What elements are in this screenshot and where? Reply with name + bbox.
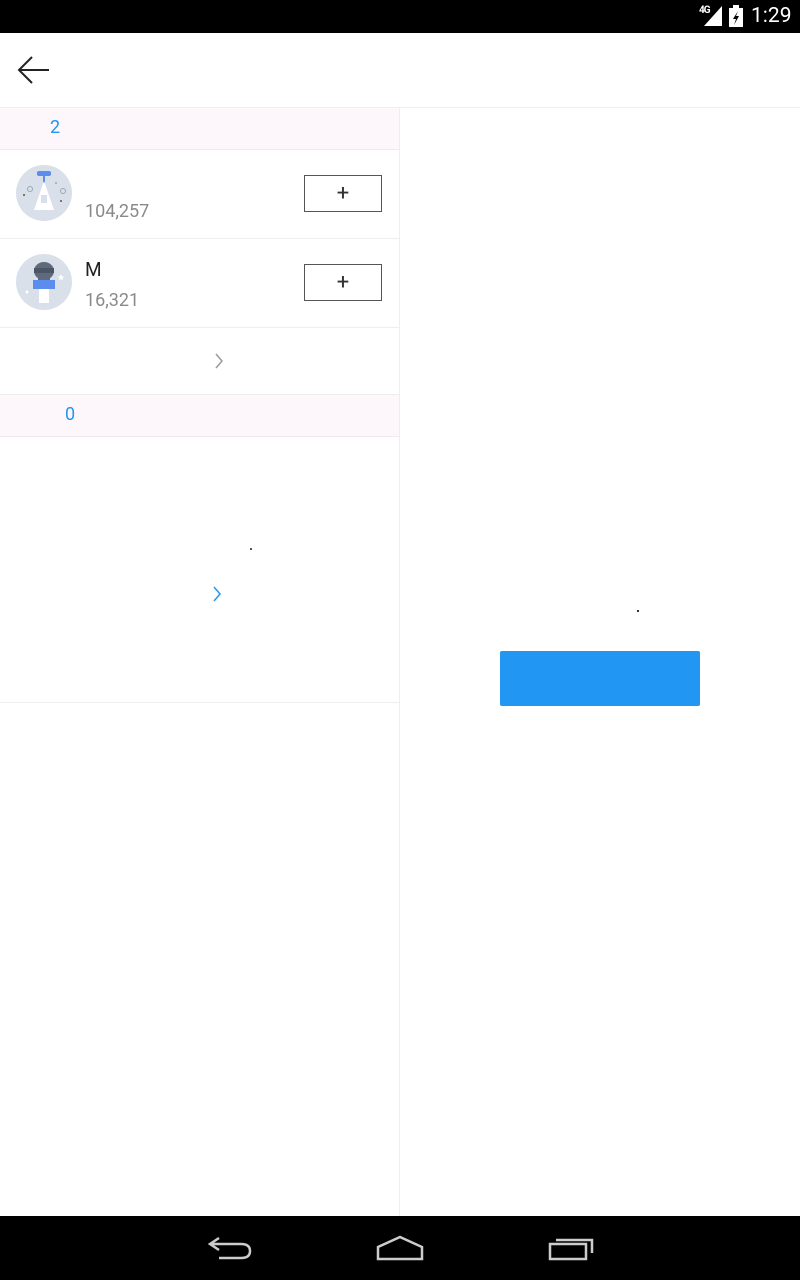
empty-state-dot	[250, 548, 252, 550]
item-count: 16,321	[85, 290, 140, 311]
section-header-1: 2	[0, 108, 399, 150]
back-icon	[207, 1236, 252, 1260]
section-header-2: 0	[0, 395, 399, 437]
nav-home-button[interactable]	[370, 1230, 430, 1266]
follow-button[interactable]: +	[304, 175, 382, 212]
left-pane: 2 104,257 + M 16,321 + 0	[0, 108, 400, 1216]
section-count: 2	[50, 117, 61, 138]
lamp-astronaut-avatar-icon	[23, 171, 66, 210]
avatar[interactable]	[16, 165, 72, 221]
empty-state	[0, 436, 399, 703]
signal-icon	[704, 6, 722, 26]
app-bar	[0, 33, 800, 108]
home-icon	[376, 1235, 424, 1261]
list-item[interactable]: M 16,321 +	[0, 239, 399, 328]
item-count: 104,257	[85, 201, 150, 222]
battery-icon	[729, 5, 743, 27]
show-more-row[interactable]	[0, 327, 399, 395]
arrow-left-icon	[17, 56, 49, 84]
helmet-person-avatar-icon	[25, 262, 65, 303]
follow-button[interactable]: +	[304, 264, 382, 301]
recents-icon	[548, 1238, 594, 1261]
primary-button[interactable]	[500, 651, 700, 706]
navigation-bar	[0, 1216, 800, 1280]
nav-back-button[interactable]	[200, 1230, 260, 1266]
nav-recents-button[interactable]	[541, 1230, 601, 1266]
back-button[interactable]	[10, 48, 58, 92]
empty-state-dot	[637, 610, 639, 612]
status-bar: 4G 1:29	[0, 0, 800, 33]
chevron-right-icon[interactable]	[210, 584, 224, 604]
avatar[interactable]	[16, 254, 72, 310]
right-pane	[400, 108, 800, 1216]
list-item[interactable]: 104,257 +	[0, 150, 399, 239]
clock: 1:29	[751, 4, 792, 28]
item-name: M	[85, 258, 102, 281]
section-count: 0	[65, 404, 76, 425]
chevron-right-icon	[215, 353, 223, 369]
